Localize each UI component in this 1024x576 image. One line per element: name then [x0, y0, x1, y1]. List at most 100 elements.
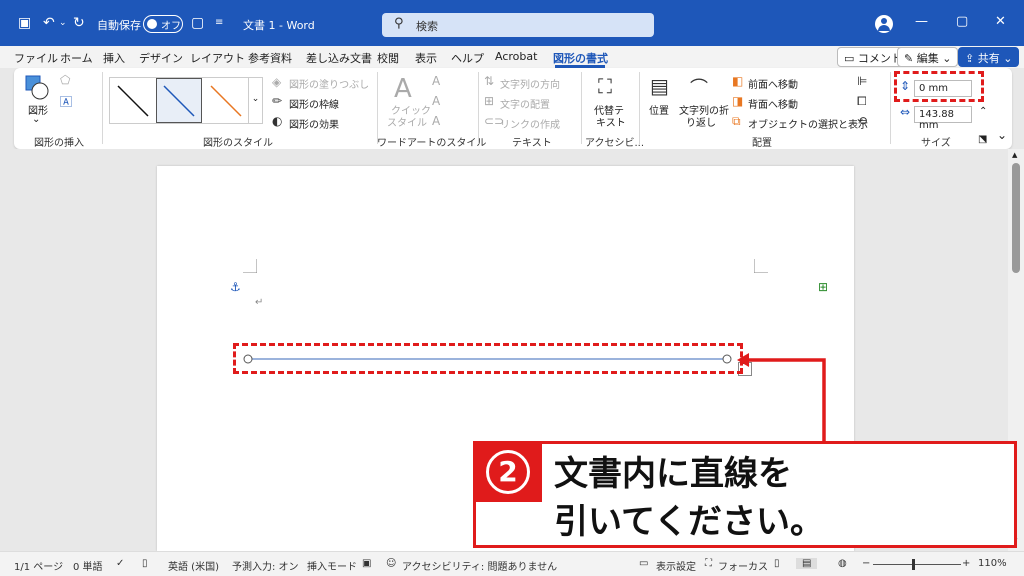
undo-icon[interactable]: ↶: [43, 14, 55, 32]
selection-pane-icon[interactable]: ⧉: [732, 114, 741, 129]
anchor-icon[interactable]: ⚓: [230, 280, 241, 294]
word-app-icon[interactable]: ▣: [18, 14, 31, 32]
zoom-slider[interactable]: [873, 564, 961, 565]
book-icon[interactable]: ▯: [142, 558, 148, 569]
customize-toolbar-icon[interactable]: ≡: [215, 14, 223, 32]
scroll-up-icon[interactable]: ▲: [1012, 151, 1017, 159]
share-button[interactable]: ⇪ 共有 ⌄: [958, 47, 1020, 67]
accessibility-status[interactable]: アクセシビリティ: 問題ありません: [402, 558, 557, 573]
align-text-icon[interactable]: ⊞: [484, 94, 494, 108]
width-input[interactable]: 143.88 mm: [914, 106, 972, 131]
search-box[interactable]: ⚲ 検索: [382, 13, 654, 37]
accessibility-icon[interactable]: ☺: [386, 558, 396, 569]
quick-styles-icon[interactable]: A: [394, 74, 412, 104]
edit-mode-button[interactable]: ✎ 編集 ⌄: [897, 47, 959, 67]
scrollbar-thumb[interactable]: [1012, 163, 1020, 273]
shapes-icon[interactable]: [24, 74, 50, 102]
paint-bucket-icon[interactable]: ◈: [272, 75, 281, 89]
wrap-text-line2[interactable]: り返し: [686, 114, 716, 129]
text-direction-icon[interactable]: ⇅: [484, 74, 494, 88]
text-effects-icon[interactable]: A: [432, 114, 440, 128]
group-separator: [890, 72, 891, 144]
language[interactable]: 英語 (米国): [168, 558, 219, 573]
tab-design[interactable]: デザイン: [139, 50, 183, 66]
position-button[interactable]: 位置: [649, 102, 669, 117]
size-dialog-launcher-icon[interactable]: ⬔: [978, 134, 987, 145]
page-count[interactable]: 1/1 ページ: [14, 558, 63, 573]
save-icon[interactable]: ▢: [191, 14, 204, 32]
word-count[interactable]: 0 単語: [73, 558, 103, 573]
text-predictions[interactable]: 予測入力: オン: [232, 558, 299, 573]
proofing-icon[interactable]: ✓: [116, 558, 124, 569]
zoom-level[interactable]: 110%: [978, 558, 1007, 569]
send-backward-icon[interactable]: ◨: [732, 94, 743, 108]
bring-forward-icon[interactable]: ◧: [732, 74, 743, 88]
style-orange-line[interactable]: [203, 78, 249, 123]
tab-view[interactable]: 表示: [415, 50, 437, 66]
text-direction-button[interactable]: 文字列の方向: [500, 76, 560, 91]
tab-insert[interactable]: 挿入: [103, 50, 125, 66]
tab-file[interactable]: ファイル: [14, 50, 58, 66]
close-icon[interactable]: ✕: [995, 14, 1006, 29]
alt-text-icon[interactable]: ⛶: [598, 74, 612, 98]
tab-help[interactable]: ヘルプ: [451, 50, 484, 66]
align-text-button[interactable]: 文字の配置: [500, 96, 550, 111]
gallery-more-button[interactable]: ⌄: [249, 77, 263, 124]
bring-forward-button[interactable]: 前面へ移動: [748, 76, 798, 91]
insert-mode[interactable]: 挿入モード: [307, 558, 357, 573]
macro-icon[interactable]: ▣: [362, 558, 371, 569]
position-icon[interactable]: ▤: [650, 74, 669, 98]
collapse-ribbon-icon[interactable]: ⌄: [997, 128, 1007, 142]
zoom-out-icon[interactable]: −: [862, 558, 870, 569]
rotate-icon[interactable]: ⟲: [857, 114, 867, 128]
maximize-icon[interactable]: ▢: [956, 14, 968, 29]
chevron-down-icon[interactable]: ⌄: [32, 114, 40, 125]
text-box-icon[interactable]: 🄰: [60, 93, 72, 110]
style-blue-line[interactable]: [156, 78, 202, 123]
focus-mode[interactable]: フォーカス: [718, 558, 768, 573]
undo-dropdown-icon[interactable]: ⌄: [59, 14, 67, 32]
quick-styles-line2[interactable]: スタイル: [387, 114, 427, 129]
account-avatar-icon[interactable]: [875, 15, 893, 33]
group-objects-icon[interactable]: ⧠: [857, 94, 867, 109]
shape-outline-button[interactable]: 図形の枠線: [289, 96, 339, 111]
text-outline-icon[interactable]: A: [432, 94, 440, 108]
style-black-line[interactable]: [110, 78, 156, 123]
print-layout-icon[interactable]: ▤: [796, 558, 818, 569]
read-mode-icon[interactable]: ▯: [774, 558, 780, 569]
create-link-button[interactable]: リンクの作成: [500, 116, 560, 131]
tab-mailings[interactable]: 差し込み文書: [306, 50, 372, 66]
tab-references[interactable]: 参考資料: [248, 50, 292, 66]
effects-icon[interactable]: ◐: [272, 114, 282, 128]
edit-shape-icon[interactable]: ⬠: [60, 73, 70, 87]
selection-pane-button[interactable]: オブジェクトの選択と表示: [748, 116, 868, 131]
tab-layout[interactable]: レイアウト: [190, 50, 245, 66]
text-fill-icon[interactable]: A: [432, 74, 440, 88]
align-icon[interactable]: ⊫: [857, 74, 867, 88]
shape-fill-button[interactable]: 図形の塗りつぶし: [289, 76, 369, 91]
pen-icon[interactable]: ✏: [272, 94, 282, 108]
redo-icon[interactable]: ↻: [73, 14, 85, 32]
focus-icon[interactable]: ⛶: [705, 558, 712, 569]
tab-review[interactable]: 校閲: [377, 50, 399, 66]
ribbon-tabs: ファイル ホーム 挿入 デザイン レイアウト 参考資料 差し込み文書 校閲 表示…: [0, 46, 1024, 68]
instruction-line1: 文書内に直線を: [554, 454, 792, 494]
display-settings-icon[interactable]: ▭: [639, 558, 648, 569]
zoom-slider-thumb[interactable]: [912, 559, 915, 570]
width-spinner-icon[interactable]: ⌃: [979, 106, 987, 117]
new-comment-icon[interactable]: ⊞: [818, 280, 828, 294]
blue-line-swatch: [163, 85, 195, 117]
wrap-text-icon[interactable]: ⌒: [690, 74, 708, 100]
minimize-icon[interactable]: —: [915, 14, 928, 29]
display-settings[interactable]: 表示設定: [656, 558, 696, 573]
tab-home[interactable]: ホーム: [60, 50, 93, 66]
web-layout-icon[interactable]: ◍: [838, 558, 847, 569]
autosave-toggle[interactable]: オフ: [143, 15, 183, 33]
zoom-in-icon[interactable]: +: [962, 558, 970, 569]
send-backward-button[interactable]: 背面へ移動: [748, 96, 798, 111]
ribbon: 図形 ⌄ ⬠ 🄰 図形の挿入 ⌄ ◈ 図形の塗りつぶし ✏ 図形の枠線 ◐ 図形…: [14, 68, 1012, 149]
tab-acrobat[interactable]: Acrobat: [495, 50, 537, 63]
tab-shape-format[interactable]: 図形の書式: [553, 50, 608, 66]
alt-text-line2[interactable]: キスト: [596, 114, 626, 129]
shape-effects-button[interactable]: 図形の効果: [289, 116, 339, 131]
